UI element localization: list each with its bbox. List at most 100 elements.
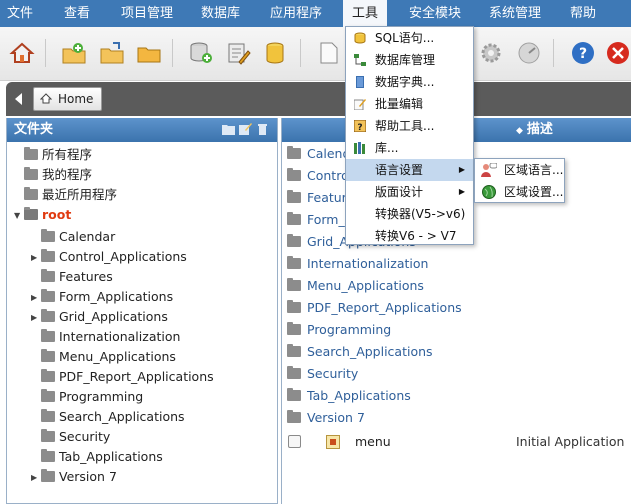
- tree-item-all-programs[interactable]: 所有程序: [14, 145, 92, 165]
- menu-item-regional-settings[interactable]: 区域设置...: [475, 181, 564, 203]
- expand-toggle-icon[interactable]: ▶: [31, 468, 41, 488]
- new-folder-icon[interactable]: [222, 123, 235, 135]
- edit-project-button[interactable]: [99, 40, 125, 66]
- expand-toggle-icon[interactable]: ▶: [31, 308, 41, 328]
- menu-system[interactable]: 系统管理: [489, 0, 541, 27]
- submenu-arrow-icon: ▶: [458, 187, 465, 196]
- close-icon: [607, 42, 629, 64]
- content-folder-tab-applications[interactable]: Tab_Applications: [287, 386, 411, 406]
- tree-item-internationalization[interactable]: Internationalization: [31, 327, 180, 347]
- menu-item-data-dictionary[interactable]: 数据字典...: [346, 71, 473, 93]
- tree-item-version-7[interactable]: ▶ Version 7: [31, 467, 117, 487]
- menu-item-sql-statement[interactable]: SQL语句...: [346, 27, 473, 49]
- tree-item-features[interactable]: Features: [31, 267, 113, 287]
- database-icon: [354, 32, 366, 44]
- tree-item-security[interactable]: Security: [31, 427, 110, 447]
- help-icon: ?: [572, 42, 594, 64]
- folder-icon: [287, 278, 301, 291]
- expand-toggle-icon[interactable]: ▼: [14, 206, 24, 226]
- document-button[interactable]: [316, 40, 342, 66]
- menu-project[interactable]: 项目管理: [121, 0, 173, 27]
- language-submenu: 区域语言... 区域设置...: [474, 158, 565, 203]
- folder-icon: [287, 388, 301, 401]
- toolbar-separator: [172, 39, 173, 67]
- tree-item-root[interactable]: ▼ root: [14, 205, 71, 225]
- content-folder-security[interactable]: Security: [287, 364, 358, 384]
- home-button[interactable]: [9, 40, 35, 66]
- exit-button[interactable]: [605, 40, 631, 66]
- expand-toggle-icon[interactable]: ▶: [31, 288, 41, 308]
- application-name[interactable]: menu: [355, 430, 391, 454]
- tree-item-my-programs[interactable]: 我的程序: [14, 165, 92, 185]
- tree-item-search-applications[interactable]: Search_Applications: [31, 407, 185, 427]
- database-icon: [266, 42, 284, 64]
- open-project-button[interactable]: [136, 40, 162, 66]
- folder-icon: [41, 469, 55, 482]
- folder-icon: [24, 207, 38, 220]
- content-folder-pdf-report-applications[interactable]: PDF_Report_Applications: [287, 298, 462, 318]
- menu-item-database-manager[interactable]: 数据库管理: [346, 49, 473, 71]
- users-icon: [481, 163, 497, 177]
- menu-item-batch-edit[interactable]: 批量编辑: [346, 93, 473, 115]
- expand-toggle-icon[interactable]: ▶: [31, 248, 41, 268]
- toolbar-separator: [45, 39, 46, 67]
- dictionary-icon: [356, 76, 364, 88]
- menu-item-regional-language[interactable]: 区域语言...: [475, 159, 564, 181]
- edit-icon[interactable]: [239, 123, 252, 135]
- tree-item-recent-programs[interactable]: 最近所用程序: [14, 185, 117, 205]
- new-project-button[interactable]: [61, 40, 87, 66]
- settings-button[interactable]: [478, 40, 504, 66]
- content-folder-version-7[interactable]: Version 7: [287, 408, 365, 428]
- folder-icon: [24, 187, 38, 200]
- menu-item-converter-v5-v6[interactable]: 转换器(V5->v6): [346, 203, 473, 225]
- tree-item-menu-applications[interactable]: Menu_Applications: [31, 347, 176, 367]
- menu-security[interactable]: 安全模块: [409, 0, 461, 27]
- menu-item-library[interactable]: 库...: [346, 137, 473, 159]
- trash-icon[interactable]: [256, 123, 269, 135]
- globe-icon: [482, 185, 496, 199]
- description-column-header[interactable]: ◆ 描述: [516, 118, 553, 143]
- menu-item-layout-design[interactable]: 版面设计 ▶: [346, 181, 473, 203]
- row-checkbox[interactable]: [288, 435, 301, 448]
- tree-item-form-applications[interactable]: ▶ Form_Applications: [31, 287, 173, 307]
- new-database-button[interactable]: [188, 40, 214, 66]
- content-folder-menu-applications[interactable]: Menu_Applications: [287, 276, 424, 296]
- folder-icon: [41, 289, 55, 302]
- menu-help[interactable]: 帮助: [570, 0, 596, 27]
- edit-database-button[interactable]: [225, 40, 251, 66]
- help-button[interactable]: ?: [570, 40, 596, 66]
- folder-icon: [287, 256, 301, 269]
- menu-item-language-settings[interactable]: 语言设置 ▶: [346, 159, 473, 181]
- menu-view[interactable]: 查看: [64, 0, 90, 27]
- help-tool-icon: ?: [354, 120, 366, 132]
- tree-item-pdf-report-applications[interactable]: PDF_Report_Applications: [31, 367, 214, 387]
- folder-icon: [24, 167, 38, 180]
- folder-icon: [41, 269, 55, 282]
- tree-item-control-applications[interactable]: ▶ Control_Applications: [31, 247, 187, 267]
- content-folder-internationalization[interactable]: Internationalization: [287, 254, 428, 274]
- tree-item-tab-applications[interactable]: Tab_Applications: [31, 447, 163, 467]
- tree-item-calendar[interactable]: Calendar: [31, 227, 115, 247]
- breadcrumb-home-label: Home: [58, 92, 94, 106]
- svg-text:?: ?: [579, 46, 587, 62]
- folder-icon: [41, 249, 55, 262]
- folder-icon: [287, 344, 301, 357]
- collapse-arrow-icon[interactable]: [15, 93, 22, 105]
- performance-button[interactable]: [516, 40, 542, 66]
- folder-icon: [41, 409, 55, 422]
- breadcrumb-home[interactable]: Home: [33, 87, 103, 111]
- menu-applications[interactable]: 应用程序: [270, 0, 322, 27]
- tree-item-programming[interactable]: Programming: [31, 387, 143, 407]
- menu-item-help-tools[interactable]: ? 帮助工具...: [346, 115, 473, 137]
- table-row[interactable]: menu Initial Application: [282, 430, 631, 454]
- menu-file[interactable]: 文件: [7, 0, 33, 27]
- menu-database[interactable]: 数据库: [201, 0, 240, 27]
- content-folder-search-applications[interactable]: Search_Applications: [287, 342, 433, 362]
- menu-tools[interactable]: 工具: [343, 0, 388, 27]
- application-icon: [326, 435, 340, 449]
- content-folder-programming[interactable]: Programming: [287, 320, 391, 340]
- tree-item-grid-applications[interactable]: ▶ Grid_Applications: [31, 307, 168, 327]
- menu-item-convert-v6-v7[interactable]: 转换V6 - > V7: [346, 225, 473, 247]
- database-button[interactable]: [262, 40, 288, 66]
- folder-icon: [287, 322, 301, 335]
